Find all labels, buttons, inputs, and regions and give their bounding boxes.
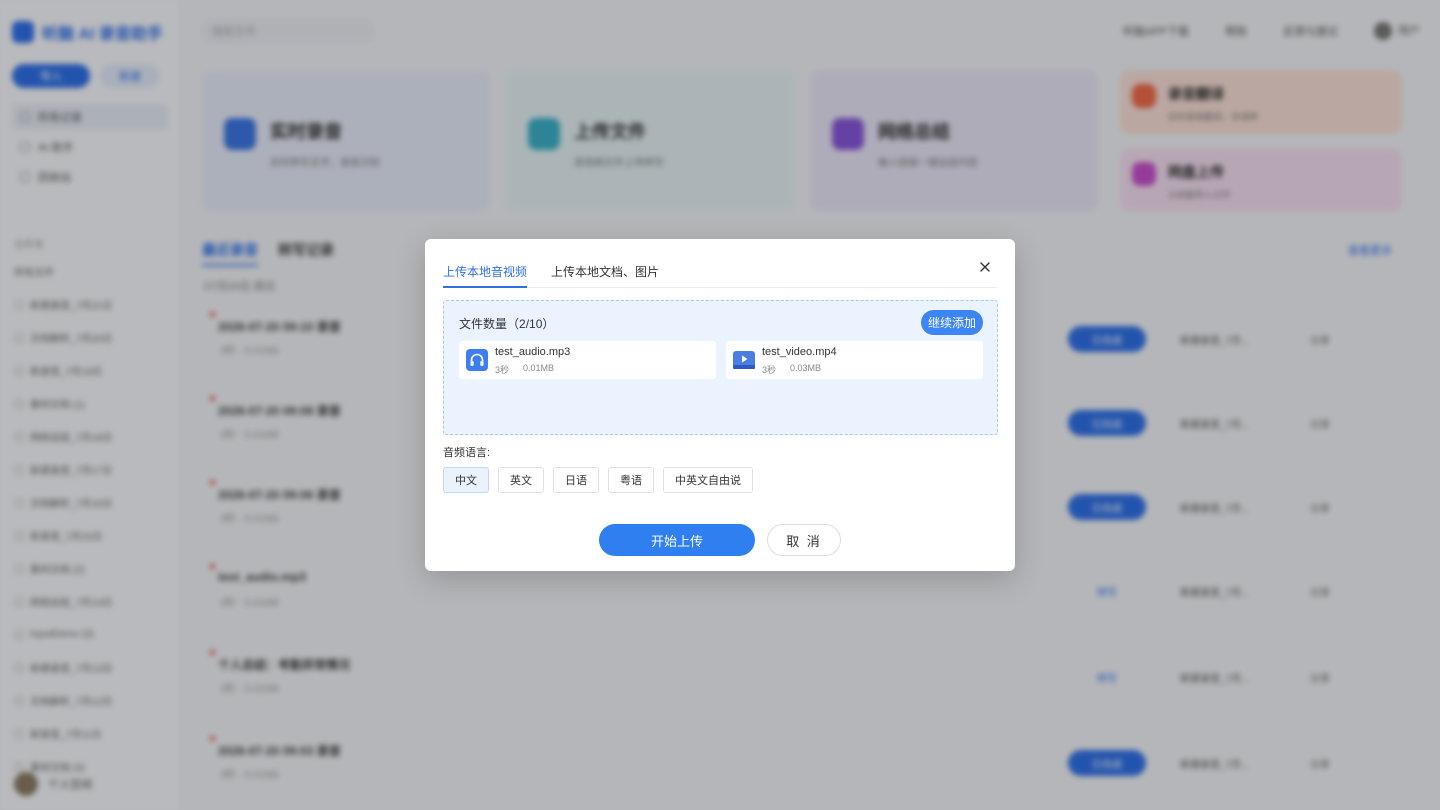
tab-upload-docs-images[interactable]: 上传本地文档、图片	[551, 263, 659, 288]
close-icon	[980, 262, 990, 272]
language-option-english[interactable]: 英文	[498, 467, 544, 493]
close-button[interactable]	[977, 259, 993, 275]
add-more-button[interactable]: 继续添加	[921, 310, 983, 335]
tab-upload-audio-video[interactable]: 上传本地音视频	[443, 263, 528, 288]
file-size: 0.01MB	[523, 363, 555, 373]
video-play-icon	[733, 351, 755, 369]
file-count-value: （2/10）	[507, 317, 555, 331]
language-options: 中文 英文 日语 粤语 中英文自由说	[443, 467, 753, 493]
file-count-label: 文件数量	[459, 317, 508, 331]
language-option-japanese[interactable]: 日语	[553, 467, 599, 493]
file-size: 0.03MB	[790, 363, 822, 373]
cancel-button[interactable]: 取 消	[767, 524, 841, 556]
file-duration: 3秒	[495, 365, 510, 375]
file-card-audio[interactable]: test_audio.mp3 3秒 0.01MB	[459, 341, 716, 379]
file-duration: 3秒	[762, 365, 777, 375]
file-card-video[interactable]: test_video.mp4 3秒 0.03MB	[726, 341, 983, 379]
language-option-chinese[interactable]: 中文	[443, 467, 489, 493]
file-drop-zone[interactable]: 文件数量 （2/10） 继续添加 test_audio.mp3 3秒 0.01M…	[443, 300, 998, 435]
file-name: test_audio.mp3	[495, 346, 571, 358]
modal-tabs: 上传本地音视频 上传本地文档、图片	[443, 263, 997, 288]
start-upload-button[interactable]: 开始上传	[599, 524, 755, 556]
file-name: test_video.mp4	[762, 346, 837, 358]
language-option-mixed[interactable]: 中英文自由说	[663, 467, 753, 493]
language-label: 音频语言:	[443, 447, 491, 459]
file-count: 文件数量 （2/10）	[459, 315, 554, 332]
upload-modal: 上传本地音视频 上传本地文档、图片 文件数量 （2/10） 继续添加 test_…	[425, 239, 1015, 571]
language-option-cantonese[interactable]: 粤语	[608, 467, 654, 493]
headphones-icon	[466, 349, 488, 371]
